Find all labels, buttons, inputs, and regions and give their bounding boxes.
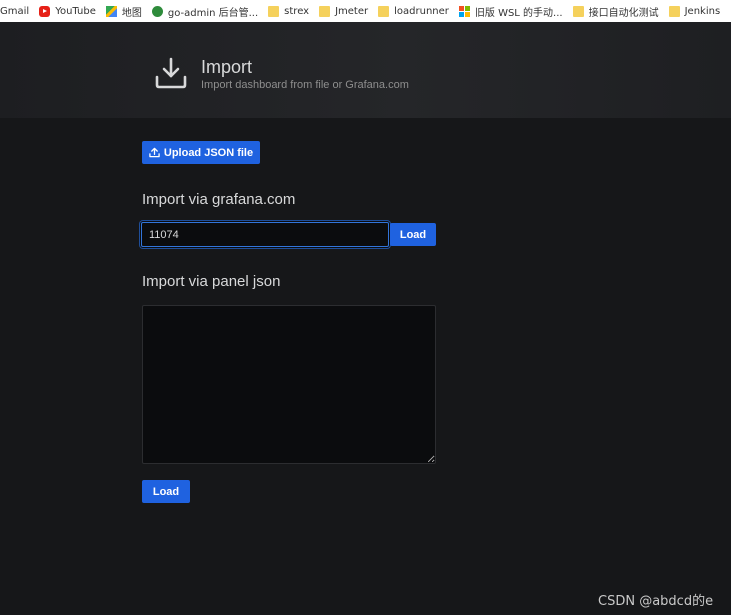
bookmark-label: loadrunner	[394, 5, 449, 17]
bookmark-label: go-admin 后台管...	[167, 7, 259, 19]
bookmark-jmeter[interactable]: Jmeter	[319, 5, 369, 17]
page-header: Import Import dashboard from file or Gra…	[0, 22, 731, 118]
bookmark-label: 旧版 WSL 的手动...	[474, 7, 563, 19]
bookmark-strex[interactable]: strex	[268, 5, 310, 17]
panel-json-section-title: Import via panel json	[142, 273, 281, 290]
page-subtitle: Import dashboard from file or Grafana.co…	[201, 79, 409, 91]
bookmark-label: strex	[284, 5, 310, 17]
folder-icon	[668, 5, 680, 17]
grafana-load-button[interactable]: Load	[390, 223, 436, 246]
upload-json-label: Upload JSON file	[163, 146, 254, 159]
bookmark-go-admin[interactable]: go-admin 后台管...	[151, 4, 259, 19]
bookmark-label: YouTube	[55, 5, 96, 17]
watermark: CSDN @abdcd的e	[598, 594, 714, 609]
bookmark-gmail[interactable]: Gmail	[0, 6, 29, 17]
bookmark-maps[interactable]: 地图	[105, 4, 142, 19]
bookmark-jenkins[interactable]: Jenkins	[668, 5, 721, 17]
go-admin-icon	[151, 5, 163, 17]
folder-icon	[572, 5, 584, 17]
import-icon	[155, 57, 187, 89]
folder-icon	[378, 5, 390, 17]
bookmark-label: 接口自动化测试	[588, 7, 659, 19]
bookmark-youtube[interactable]: YouTube	[39, 5, 96, 17]
maps-icon	[105, 5, 117, 17]
folder-icon	[268, 5, 280, 17]
bookmark-label: Jmeter	[335, 5, 369, 17]
microsoft-icon	[458, 5, 470, 17]
folder-icon	[319, 5, 331, 17]
upload-icon	[149, 147, 160, 158]
bookmark-api-testing[interactable]: 接口自动化测试	[572, 4, 659, 19]
bookmarks-bar: Gmail YouTube 地图 go-admin 后台管... strex J…	[0, 0, 731, 22]
grafana-com-section-title: Import via grafana.com	[142, 191, 296, 208]
bookmark-label: Gmail	[0, 5, 30, 17]
bookmark-wsl[interactable]: 旧版 WSL 的手动...	[458, 4, 563, 19]
page-title: Import	[201, 57, 253, 77]
youtube-icon	[39, 5, 51, 17]
panel-json-textarea[interactable]	[142, 305, 436, 464]
upload-json-button[interactable]: Upload JSON file	[142, 141, 260, 164]
bookmark-loadrunner[interactable]: loadrunner	[378, 5, 449, 17]
panel-json-load-button[interactable]: Load	[142, 480, 190, 503]
bookmark-label: 地图	[121, 7, 142, 19]
bookmark-label: Jenkins	[684, 5, 721, 17]
grafana-dashboard-id-input[interactable]	[141, 222, 389, 247]
